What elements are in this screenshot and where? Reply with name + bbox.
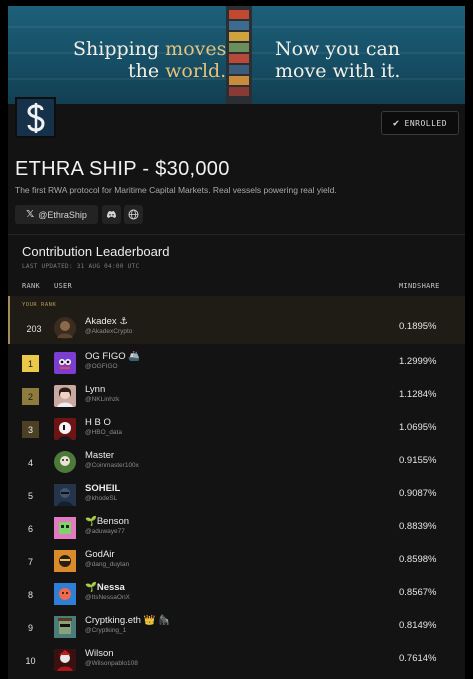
avatar xyxy=(54,616,76,638)
avatar xyxy=(54,517,76,539)
leaderboard-title: Contribution Leaderboard xyxy=(22,244,170,259)
leaderboard-row[interactable]: 7 GodAir @dang_duytan 0.8598% xyxy=(8,544,465,576)
mindshare-value: 1.2999% xyxy=(399,356,437,367)
enrolled-button[interactable]: ✔ ENROLLED xyxy=(381,111,459,135)
leaderboard-row[interactable]: 9 Cryptking.eth 👑 🦍 @Cryptking_1 0.8149% xyxy=(8,610,465,642)
user-handle: @aduwaye77 xyxy=(85,528,125,535)
your-rank-label: YOUR RANK xyxy=(22,302,57,308)
app-frame: Shipping moves the world. Now you can mo… xyxy=(8,6,465,679)
user-name: Lynn xyxy=(85,384,106,395)
user-handle: @OGFIGO xyxy=(85,363,118,370)
user-handle: @ItsNessaOnX xyxy=(85,594,130,601)
rank-column-header: RANK xyxy=(22,282,41,290)
mindshare-value: 0.1895% xyxy=(399,321,437,332)
user-handle: @NKLinhzk xyxy=(85,396,120,403)
mindshare-value: 0.8839% xyxy=(399,521,437,532)
x-profile-link[interactable]: 𝕏 @EthraShip xyxy=(15,205,98,224)
globe-icon xyxy=(128,209,139,220)
user-name: 🌱Nessa xyxy=(85,582,125,593)
dollar-s-logo-icon xyxy=(26,102,45,133)
x-handle-label: @EthraShip xyxy=(38,209,87,220)
checkmark-icon: ✔ xyxy=(392,117,400,129)
banner-right-text: Now you can move with it. xyxy=(275,38,401,82)
user-name: H B O xyxy=(85,417,111,428)
user-handle: @Coinmaster100x xyxy=(85,462,139,469)
rank-number: 7 xyxy=(27,556,33,567)
avatar xyxy=(54,352,76,374)
rank-number: 8 xyxy=(27,589,33,600)
discord-link[interactable] xyxy=(102,205,121,224)
rank-badge-bronze: 3 xyxy=(22,421,39,438)
x-logo-icon: 𝕏 xyxy=(26,209,35,220)
mindshare-value: 0.7614% xyxy=(399,653,437,664)
user-column-header: USER xyxy=(54,282,73,290)
user-name: GodAir xyxy=(85,549,115,560)
leaderboard-row[interactable]: 1 OG FIGO 🚢 @OGFIGO 1.2999% xyxy=(8,346,465,378)
user-handle: @AkadexCrypto xyxy=(85,328,133,335)
rank-number: 5 xyxy=(27,490,33,501)
rank-badge-silver: 2 xyxy=(22,388,39,405)
rank-number: 9 xyxy=(27,622,33,633)
user-name: Wilson xyxy=(85,648,114,659)
user-handle: @HBO_data xyxy=(85,429,122,436)
leaderboard-row[interactable]: 5 SOHEIL @khodeSL 0.9087% xyxy=(8,478,465,510)
hero-banner: Shipping moves the world. Now you can mo… xyxy=(8,6,465,104)
project-logo xyxy=(15,97,56,138)
rank-number: 10 xyxy=(25,655,36,666)
website-link[interactable] xyxy=(124,205,143,224)
user-name: Cryptking.eth 👑 🦍 xyxy=(85,615,170,626)
rank-number: 203 xyxy=(26,323,42,334)
user-name: SOHEIL xyxy=(85,483,121,494)
avatar xyxy=(54,451,76,473)
mindshare-value: 0.8567% xyxy=(399,587,437,598)
user-handle: @Cryptking_1 xyxy=(85,627,127,634)
mindshare-value: 0.8598% xyxy=(399,554,437,565)
leaderboard-row[interactable]: 10 Wilson @Wilsonpablo108 0.7614% xyxy=(8,643,465,675)
user-name: Master xyxy=(85,450,115,461)
mindshare-value: 0.9087% xyxy=(399,488,437,499)
avatar xyxy=(54,484,76,506)
avatar xyxy=(54,317,76,339)
user-handle: @Wilsonpablo108 xyxy=(85,660,138,667)
mindshare-column-header: MINDSHARE xyxy=(399,282,440,290)
project-title: ETHRA SHIP - $30,000 xyxy=(15,158,230,180)
your-rank-row[interactable]: 203 Akadex ⚓ @AkadexCrypto 0.1895% xyxy=(8,311,465,343)
banner-left-text: Shipping moves the world. xyxy=(73,38,227,82)
mindshare-value: 1.0695% xyxy=(399,422,437,433)
mindshare-value: 1.1284% xyxy=(399,389,437,400)
user-name: 🌱Benson xyxy=(85,516,130,527)
user-handle: @dang_duytan xyxy=(85,561,130,568)
user-handle: @khodeSL xyxy=(85,495,118,502)
discord-icon xyxy=(107,211,116,218)
leaderboard-row[interactable]: 6 🌱Benson @aduwaye77 0.8839% xyxy=(8,511,465,543)
rank-number: 4 xyxy=(27,457,33,468)
leaderboard-row[interactable]: 4 Master @Coinmaster100x 0.9155% xyxy=(8,445,465,477)
user-name: Akadex ⚓ xyxy=(85,316,128,327)
leaderboard-row[interactable]: 3 H B O @HBO_data 1.0695% xyxy=(8,412,465,444)
leaderboard-row[interactable]: 2 Lynn @NKLinhzk 1.1284% xyxy=(8,379,465,411)
avatar xyxy=(54,649,76,671)
rank-badge-gold: 1 xyxy=(22,355,39,372)
avatar xyxy=(54,418,76,440)
section-divider xyxy=(8,234,465,235)
leaderboard-row[interactable]: 8 🌱Nessa @ItsNessaOnX 0.8567% xyxy=(8,577,465,609)
user-name: OG FIGO 🚢 xyxy=(85,351,141,362)
avatar xyxy=(54,385,76,407)
last-updated-text: LAST UPDATED: 31 AUG 04:00 UTC xyxy=(22,263,140,270)
project-description: The first RWA protocol for Maritime Capi… xyxy=(15,185,337,195)
mindshare-value: 0.8149% xyxy=(399,620,437,631)
enrolled-label: ENROLLED xyxy=(404,118,448,128)
rank-number: 6 xyxy=(27,523,33,534)
avatar xyxy=(54,550,76,572)
container-ship-image xyxy=(226,6,252,104)
mindshare-value: 0.9155% xyxy=(399,455,437,466)
avatar xyxy=(54,583,76,605)
